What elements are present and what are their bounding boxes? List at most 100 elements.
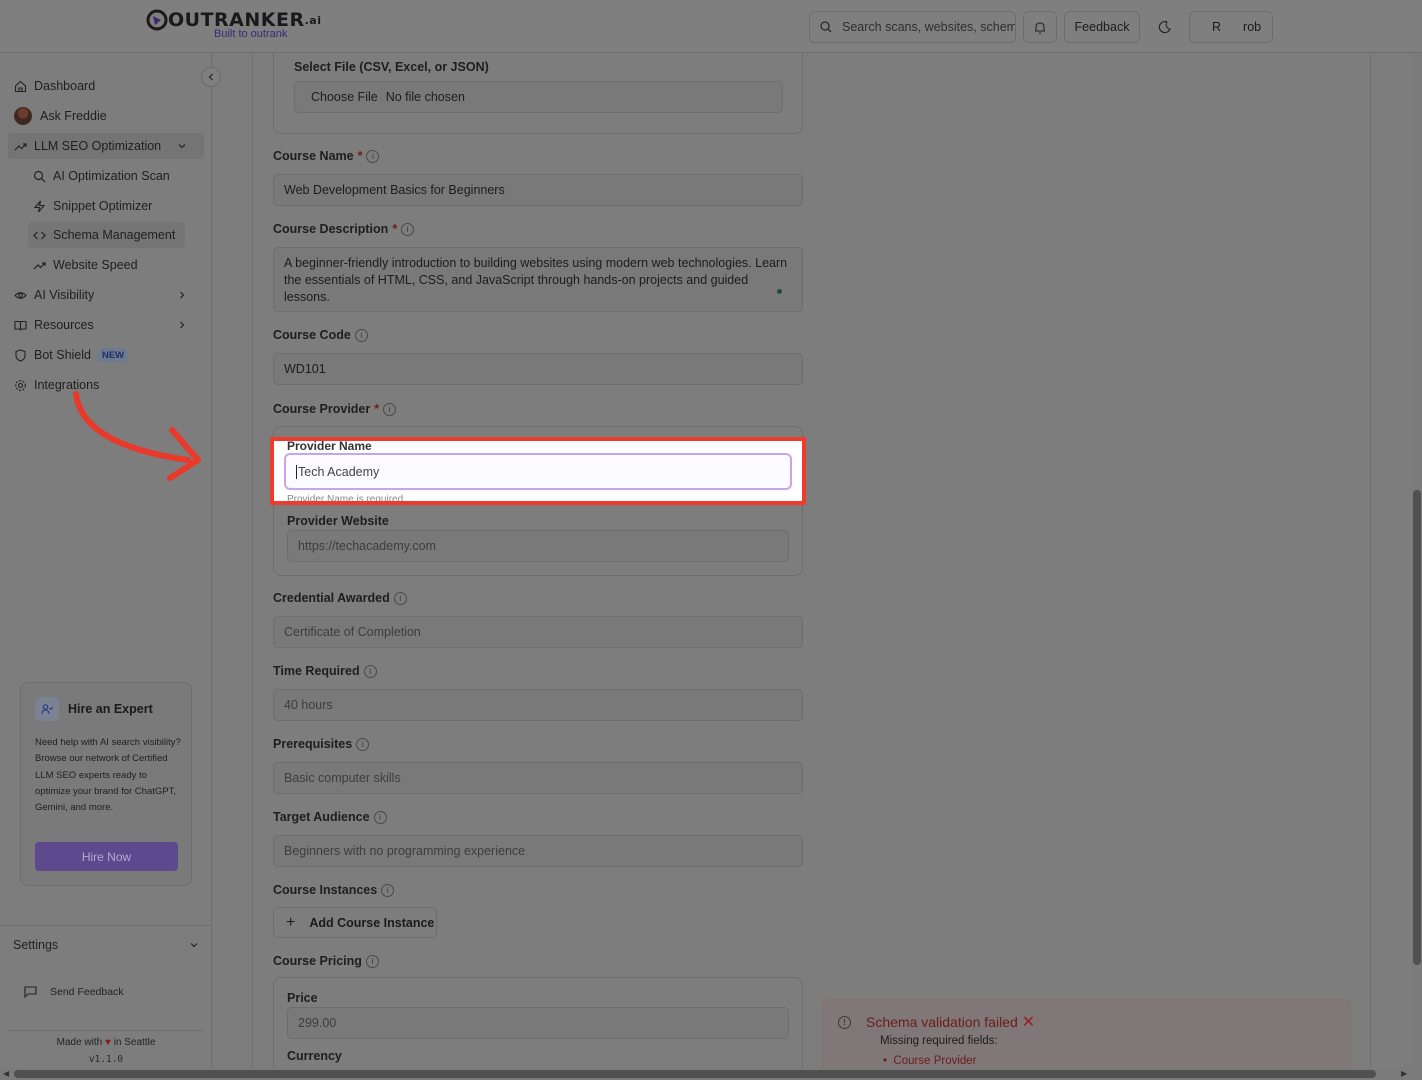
send-feedback-link[interactable]: Send Feedback (24, 986, 124, 998)
toast-missing-item: • Course Provider (883, 1055, 977, 1067)
course-name-label: Course Name * i (273, 149, 380, 163)
provider-name-highlight: Provider Name Tech Academy Provider Name… (270, 437, 806, 505)
provider-name-input[interactable]: Tech Academy (284, 453, 792, 490)
sidebar-label-ai-scan: AI Optimization Scan (53, 169, 170, 183)
file-input[interactable]: Choose File No file chosen (294, 81, 783, 113)
sidebar-item-schema[interactable]: Schema Management (28, 222, 185, 248)
settings-toggle[interactable]: Settings (13, 938, 199, 952)
file-upload-card: Select File (CSV, Excel, or JSON) Choose… (273, 53, 803, 134)
info-icon: i (381, 883, 395, 897)
file-status: No file chosen (385, 90, 465, 104)
currency-label: Currency (287, 1049, 342, 1063)
info-icon: i (366, 149, 380, 163)
sidebar-item-dashboard[interactable]: Dashboard (8, 73, 204, 99)
provider-website-label: Provider Website (287, 514, 389, 528)
horizontal-scrollbar-thumb[interactable] (14, 1070, 1376, 1078)
price-label: Price (287, 991, 318, 1005)
course-description-value: A beginner-friendly introduction to buil… (284, 256, 788, 304)
grammar-dot-icon (777, 289, 782, 294)
target-audience-label: Target Audience i (273, 810, 387, 824)
hire-expert-description: Need help with AI search visibility? Bro… (35, 737, 181, 814)
chevron-down-icon (178, 144, 186, 149)
moon-icon (1158, 20, 1171, 33)
book-open-icon (14, 320, 27, 331)
top-header: OUTRANKER .ai Built to outrank Search sc… (0, 0, 1422, 53)
sidebar-divider (8, 1030, 204, 1031)
freddie-avatar (14, 107, 32, 125)
alert-circle-icon: ! (838, 1015, 851, 1029)
sidebar-item-ask-freddie[interactable]: Ask Freddie (8, 103, 204, 129)
course-description-textarea[interactable]: A beginner-friendly introduction to buil… (273, 247, 803, 312)
course-instances-label: Course Instances i (273, 883, 395, 897)
made-with-text: Made with ♥ in Seattle (56, 1037, 156, 1048)
sidebar-item-ai-visibility[interactable]: AI Visibility (8, 282, 204, 308)
hire-expert-title: Hire an Expert (68, 702, 153, 716)
credential-label: Credential Awarded i (273, 591, 407, 605)
info-icon: i (356, 737, 370, 751)
course-code-input[interactable]: WD101 (273, 353, 803, 385)
logo-shield-icon (146, 9, 168, 31)
course-provider-label: Course Provider * i (273, 402, 397, 416)
info-icon: i (365, 954, 379, 968)
notifications-button[interactable] (1023, 11, 1057, 43)
search-icon (33, 170, 46, 182)
bell-icon (1035, 21, 1045, 34)
trending-up-icon (33, 261, 46, 269)
add-course-instance-button[interactable]: + Add Course Instance (273, 907, 437, 938)
sidebar-item-llm-seo[interactable]: LLM SEO Optimization (8, 133, 204, 159)
validation-error-toast: ! Schema validation failed ✕ Missing req… (822, 999, 1351, 1079)
sidebar-divider (0, 925, 212, 926)
message-square-icon (24, 986, 37, 998)
time-required-input[interactable]: 40 hours (273, 689, 803, 721)
sidebar-label-resources: Resources (34, 318, 94, 332)
provider-name-label: Provider Name (287, 439, 372, 453)
course-description-label: Course Description * i (273, 222, 415, 236)
search-input[interactable]: Search scans, websites, schemas (809, 11, 1016, 43)
eye-icon (14, 291, 27, 299)
course-name-input[interactable]: Web Development Basics for Beginners (273, 174, 803, 206)
app-version: v1.1.0 (88, 1054, 124, 1065)
course-code-label: Course Code i (273, 328, 368, 342)
user-menu-button[interactable]: R rob (1189, 11, 1273, 43)
info-icon: i (383, 402, 397, 416)
vertical-scrollbar-thumb[interactable] (1413, 490, 1421, 965)
file-upload-label: Select File (CSV, Excel, or JSON) (294, 60, 489, 74)
sidebar-item-snippet[interactable]: Snippet Optimizer (28, 193, 185, 219)
user-initial: R (1212, 20, 1222, 34)
theme-toggle-button[interactable] (1147, 11, 1181, 43)
sidebar-item-resources[interactable]: Resources (8, 312, 204, 338)
search-icon (820, 21, 832, 33)
choose-file-button[interactable]: Choose File (311, 90, 378, 104)
logo-suffix: .ai (304, 13, 322, 27)
target-audience-input[interactable]: Beginners with no programming experience (273, 835, 803, 867)
annotation-arrow-icon (73, 391, 201, 481)
logo-tagline: Built to outrank (214, 28, 288, 40)
credential-input[interactable]: Certificate of Completion (273, 616, 803, 648)
sidebar-label-ask-freddie: Ask Freddie (40, 109, 107, 123)
provider-name-help: Provider Name is required (287, 494, 404, 505)
sidebar-label-bot-shield: Bot Shield (34, 348, 91, 362)
sidebar-item-bot-shield[interactable]: Bot Shield NEW (8, 342, 204, 368)
toast-subtitle: Missing required fields: (880, 1035, 998, 1047)
feedback-button[interactable]: Feedback (1064, 11, 1140, 43)
zap-icon (33, 200, 46, 212)
prerequisites-input[interactable]: Basic computer skills (273, 762, 803, 794)
plus-icon: + (286, 913, 296, 931)
scroll-left-arrow-icon[interactable]: ◀ (3, 1069, 9, 1078)
prerequisites-label: Prerequisites i (273, 737, 370, 751)
sidebar-item-ai-scan[interactable]: AI Optimization Scan (28, 163, 185, 189)
scroll-right-arrow-icon[interactable]: ▶ (1401, 1069, 1407, 1078)
info-icon: i (363, 664, 377, 678)
trending-up-icon (14, 142, 27, 150)
sidebar-label-dashboard: Dashboard (34, 79, 96, 93)
outranker-logo[interactable]: OUTRANKER .ai Built to outrank (146, 9, 321, 40)
sidebar-item-speed[interactable]: Website Speed (28, 252, 185, 278)
new-badge: NEW (96, 347, 130, 363)
sidebar-label-llm-seo: LLM SEO Optimization (34, 139, 162, 153)
provider-website-input[interactable]: https://techacademy.com (287, 530, 789, 562)
hire-now-button[interactable]: Hire Now (35, 842, 178, 871)
price-input[interactable]: 299.00 (287, 1007, 789, 1039)
collapse-sidebar-button[interactable] (201, 67, 221, 87)
add-course-instance-label: Add Course Instance (309, 915, 435, 930)
search-placeholder: Search scans, websites, schemas (842, 20, 1016, 34)
